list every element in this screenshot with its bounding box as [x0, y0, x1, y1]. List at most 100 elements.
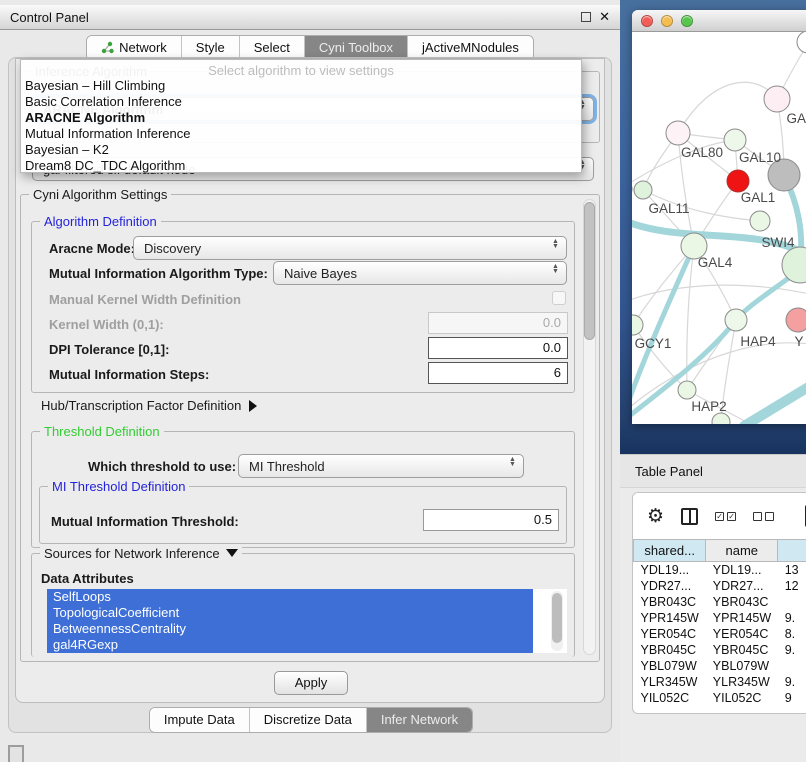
close-traffic-icon[interactable]	[641, 15, 653, 27]
network-node-gal1[interactable]	[727, 170, 749, 192]
network-view-window[interactable]: GALGAL80GAL10GAL1GAL11SWI4GAL4GCY1HAP4YH…	[632, 10, 806, 424]
table-row[interactable]: YIL052CYIL052C9	[634, 690, 806, 706]
cyni-toolbox-panel: Inference Algorithm ARACNE Algorithm ▲▼ …	[8, 57, 612, 733]
network-node-hap2[interactable]	[678, 381, 696, 399]
zoom-traffic-icon[interactable]	[681, 15, 693, 27]
table-cell: YIL052C	[634, 690, 706, 706]
table-cell: YBL079W	[634, 658, 706, 674]
data-attributes-label: Data Attributes	[41, 571, 134, 586]
dpi-tolerance-label: DPI Tolerance [0,1]:	[49, 342, 169, 357]
table-row[interactable]: YDR27...YDR27...12	[634, 578, 806, 594]
attribute-item-betweennesscentrality[interactable]: BetweennessCentrality	[47, 621, 533, 637]
node-label-gal80: GAL80	[681, 145, 723, 160]
bottom-tab-infer-network[interactable]: Infer Network	[367, 708, 472, 732]
close-icon[interactable]: ✕	[599, 12, 610, 22]
mi-threshold-definition-title: MI Threshold Definition	[48, 479, 189, 494]
table-row[interactable]: YBR043CYBR043C	[634, 594, 806, 610]
network-edge	[633, 325, 687, 390]
network-graph[interactable]: GALGAL80GAL10GAL1GAL11SWI4GAL4GCY1HAP4YH…	[632, 32, 806, 424]
table-row[interactable]: YPR145WYPR145W9.	[634, 610, 806, 626]
columns-icon[interactable]	[681, 508, 698, 525]
table-cell: YBR043C	[706, 594, 778, 610]
chevron-down-icon	[226, 549, 238, 557]
network-node-y[interactable]	[786, 308, 806, 332]
table-toolbar: ⚙ ✓✓	[633, 493, 806, 539]
stepper-icon: ▲▼	[508, 458, 517, 467]
which-threshold-combo[interactable]: MI Threshold ▲▼	[238, 454, 524, 478]
algorithm-option-mutual-information-inference[interactable]: Mutual Information Inference	[21, 126, 581, 142]
network-node[interactable]	[797, 32, 806, 53]
network-node[interactable]	[712, 413, 730, 424]
attribute-item-gal4rgexp[interactable]: gal4RGexp	[47, 637, 533, 653]
table-cell: 13	[778, 562, 806, 578]
bottom-tab-impute-data[interactable]: Impute Data	[150, 708, 250, 732]
sources-group-title[interactable]: Sources for Network Inference	[40, 546, 242, 561]
table-panel-body: ⚙ ✓✓ shared...name YDL19...YDL19...13YDR…	[620, 488, 806, 762]
data-attributes-list: SelfLoopsTopologicalCoefficientBetweenne…	[47, 589, 567, 653]
network-node-gal11[interactable]	[634, 181, 652, 199]
table-cell: YBR043C	[634, 594, 706, 610]
column-header-col2[interactable]	[778, 540, 806, 562]
table-cell: YDR27...	[634, 578, 706, 594]
table-cell: 9.	[778, 674, 806, 690]
attributes-scrollbar[interactable]	[551, 591, 563, 651]
node-label-gcy1: GCY1	[635, 336, 672, 351]
mi-steps-field[interactable]: 6	[428, 362, 568, 384]
apply-button[interactable]: Apply	[274, 671, 349, 695]
bottom-tab-discretize-data[interactable]: Discretize Data	[250, 708, 367, 732]
deselect-all-icon[interactable]	[753, 512, 774, 521]
node-label-hap2: HAP2	[691, 399, 726, 414]
network-node-gal80[interactable]	[666, 121, 690, 145]
table-cell: 9	[778, 690, 806, 706]
network-node-gcy1[interactable]	[632, 315, 643, 335]
mi-type-combo[interactable]: Naive Bayes ▲▼	[273, 261, 567, 285]
table-row[interactable]: YLR345WYLR345W9.	[634, 674, 806, 690]
network-node-swi4[interactable]	[750, 211, 770, 231]
table-row[interactable]: YBL079WYBL079W	[634, 658, 806, 674]
select-all-icon[interactable]: ✓✓	[715, 512, 736, 521]
bottom-tab-set: Impute DataDiscretize DataInfer Network	[149, 707, 473, 733]
node-label-y: Y	[794, 334, 803, 349]
hub-definition-label: Hub/Transcription Factor Definition	[41, 398, 241, 413]
mi-threshold-field[interactable]: 0.5	[423, 509, 559, 531]
network-node-gal[interactable]	[764, 86, 790, 112]
algorithm-option-bayesian-k2[interactable]: Bayesian – K2	[21, 142, 581, 158]
column-header-name[interactable]: name	[706, 540, 778, 562]
network-node-hap4[interactable]	[725, 309, 747, 331]
gear-icon[interactable]: ⚙	[647, 507, 664, 526]
network-edge	[678, 82, 777, 133]
algorithm-option-aracne-algorithm[interactable]: ARACNE Algorithm	[21, 110, 581, 126]
algorithm-option-basic-correlation-inference[interactable]: Basic Correlation Inference	[21, 94, 581, 110]
scrollbar-thumb[interactable]	[552, 593, 562, 643]
hub-definition-toggle[interactable]: Hub/Transcription Factor Definition	[41, 398, 257, 413]
kernel-width-field[interactable]: 0.0	[428, 312, 568, 334]
node-label-swi4: SWI4	[761, 235, 794, 250]
scrollbar-thumb[interactable]	[584, 202, 595, 340]
dpi-tolerance-field[interactable]: 0.0	[428, 337, 568, 359]
panel-grip-icon[interactable]	[8, 745, 24, 762]
attribute-item-topologicalcoefficient[interactable]: TopologicalCoefficient	[47, 605, 533, 621]
bottom-tabbar: Impute DataDiscretize DataInfer Network	[9, 707, 613, 733]
tab-label: jActiveMNodules	[422, 40, 519, 55]
aracne-mode-combo[interactable]: Discovery ▲▼	[133, 236, 567, 260]
tab-label: Style	[196, 40, 225, 55]
algorithm-option-dream8-dc-tdc-algorithm[interactable]: Dream8 DC_TDC Algorithm	[21, 158, 581, 174]
algorithm-option-bayesian-hill-climbing[interactable]: Bayesian – Hill Climbing	[21, 78, 581, 94]
attribute-item-selfloops[interactable]: SelfLoops	[47, 589, 533, 605]
tab-label: Cyni Toolbox	[319, 40, 393, 55]
column-header-shared[interactable]: shared...	[634, 540, 706, 562]
table-row[interactable]: YER054CYER054C8.	[634, 626, 806, 642]
mi-steps-label: Mutual Information Steps:	[49, 367, 209, 382]
float-icon[interactable]	[581, 12, 591, 22]
table-row[interactable]: YBR045CYBR045C9.	[634, 642, 806, 658]
table-cell: YDL19...	[634, 562, 706, 578]
manual-kernel-checkbox[interactable]	[552, 291, 566, 305]
algorithm-definition-title: Algorithm Definition	[40, 214, 161, 229]
settings-vertical-scrollbar[interactable]	[583, 199, 596, 655]
network-edge	[744, 386, 806, 424]
network-node-gal10[interactable]	[724, 129, 746, 151]
table-cell: YPR145W	[634, 610, 706, 626]
table-row[interactable]: YDL19...YDL19...13	[634, 562, 806, 578]
minimize-traffic-icon[interactable]	[661, 15, 673, 27]
cyni-algorithm-settings-title: Cyni Algorithm Settings	[29, 187, 171, 202]
